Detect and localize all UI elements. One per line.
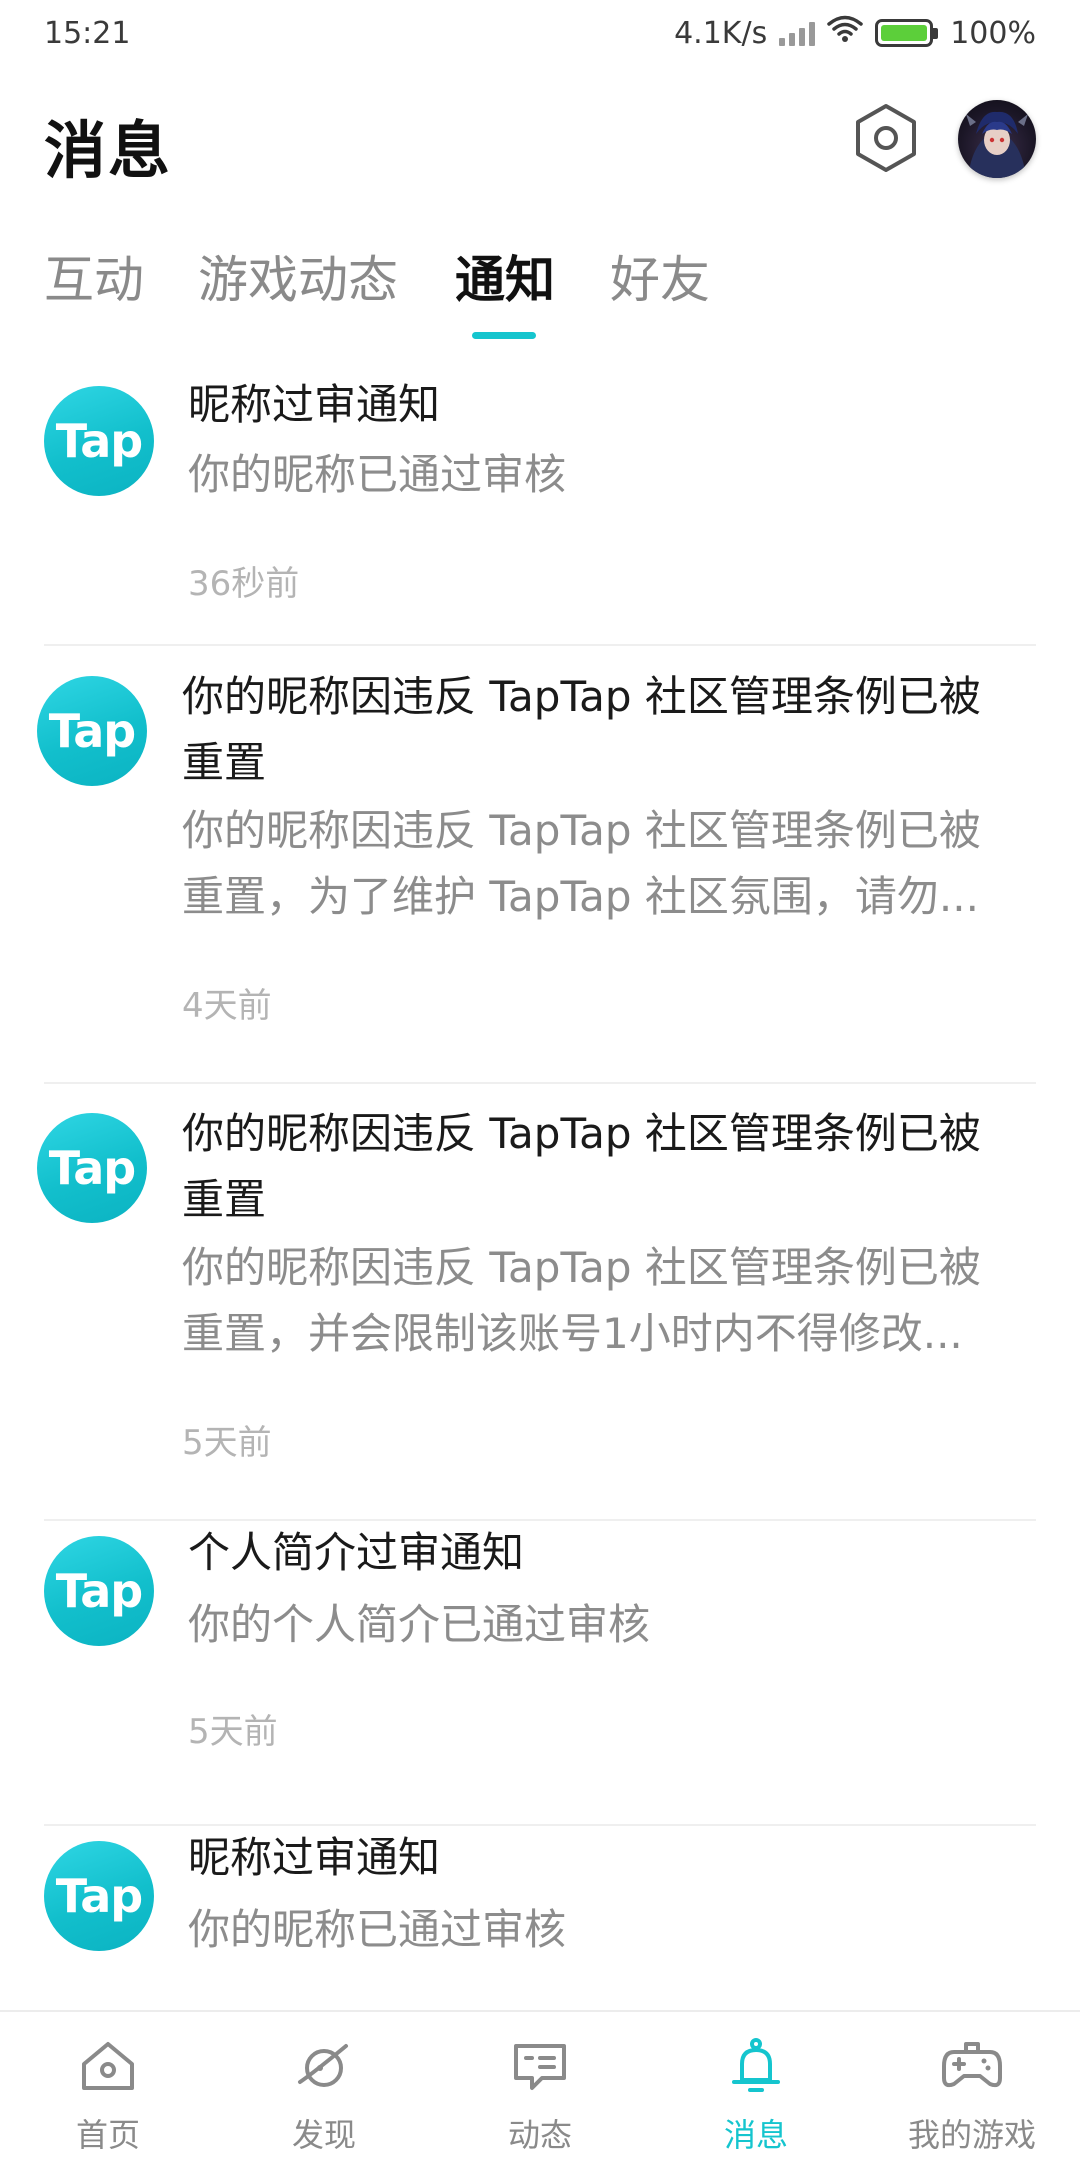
status-bar: 15:21 4.1K/s 100% <box>0 0 1080 66</box>
battery-icon <box>875 19 939 47</box>
signal-icon <box>779 20 816 46</box>
notification-title-line1: 你的昵称因违反 TapTap 社区管理条例已被 <box>182 1109 981 1158</box>
taptap-logo-icon: Tap <box>37 1113 147 1223</box>
header: 消息 <box>0 90 1080 200</box>
settings-hexagon-icon <box>853 102 919 178</box>
nav-my-games-label: 我的游戏 <box>907 2116 1036 2154</box>
page-title: 消息 <box>44 114 173 187</box>
notification-item[interactable]: Tap 昵称过审通知 你的昵称已通过审核 <box>0 1825 1080 2025</box>
notification-body: 你的个人简介已通过审核 <box>188 1600 651 1649</box>
tab-notifications[interactable]: 通知 <box>455 240 555 312</box>
tab-bar: 互动 游戏动态 通知 好友 <box>0 240 1080 350</box>
notification-time: 5天前 <box>182 1423 272 1463</box>
bottom-nav: 首页 发现 动态 消息 我的游戏 <box>0 2010 1080 2160</box>
network-speed: 4.1K/s <box>674 15 768 51</box>
avatar[interactable] <box>958 100 1036 178</box>
screen: 15:21 4.1K/s 100% 消息 互动 游戏动态 通知 好友 Tap 昵… <box>0 0 1080 2160</box>
notification-time: 36秒前 <box>188 564 300 604</box>
notification-title: 昵称过审通知 <box>188 1833 441 1882</box>
notification-title-line1: 你的昵称因违反 TapTap 社区管理条例已被 <box>182 672 981 721</box>
tab-interaction[interactable]: 互动 <box>44 240 144 312</box>
notification-title-line2: 重置 <box>182 1175 267 1224</box>
notification-body: 你的昵称已通过审核 <box>188 1905 567 1954</box>
notification-body-line1: 你的昵称因违反 TapTap 社区管理条例已被 <box>182 1243 981 1292</box>
nav-feed-label: 动态 <box>507 2116 572 2154</box>
notification-title: 个人简介过审通知 <box>188 1528 525 1577</box>
tab-game-updates[interactable]: 游戏动态 <box>198 240 398 312</box>
nav-messages-label: 消息 <box>723 2116 788 2154</box>
taptap-logo-icon: Tap <box>37 676 147 786</box>
planet-icon <box>292 2034 356 2098</box>
notification-item[interactable]: Tap 你的昵称因违反 TapTap 社区管理条例已被 重置 你的昵称因违反 T… <box>0 1083 1080 1521</box>
bell-icon <box>724 2034 788 2098</box>
notification-title-line2: 重置 <box>182 738 267 787</box>
gamepad-icon <box>940 2034 1004 2098</box>
message-square-icon <box>508 2034 572 2098</box>
taptap-logo-icon: Tap <box>44 386 154 496</box>
notification-time: 5天前 <box>188 1712 278 1752</box>
notification-body-line1: 你的昵称因违反 TapTap 社区管理条例已被 <box>182 806 981 855</box>
nav-discover[interactable]: 发现 <box>216 2012 432 2160</box>
battery-level: 100% <box>950 15 1036 51</box>
status-time: 15:21 <box>44 15 131 51</box>
notification-item[interactable]: Tap 昵称过审通知 你的昵称已通过审核 36秒前 <box>0 370 1080 646</box>
notification-time: 4天前 <box>182 986 272 1026</box>
active-tab-indicator <box>472 332 536 339</box>
nav-my-games[interactable]: 我的游戏 <box>864 2012 1080 2160</box>
nav-home-label: 首页 <box>75 2116 140 2154</box>
nav-feed[interactable]: 动态 <box>432 2012 648 2160</box>
nav-home[interactable]: 首页 <box>0 2012 216 2160</box>
nav-messages[interactable]: 消息 <box>648 2012 864 2160</box>
status-icons: 4.1K/s 100% <box>674 15 1036 51</box>
avatar-image <box>966 111 1028 178</box>
home-icon <box>76 2034 140 2098</box>
notification-body: 你的昵称已通过审核 <box>188 450 567 499</box>
notification-body-line2: 重置，并会限制该账号1小时内不得修改... <box>182 1309 963 1358</box>
wifi-icon <box>827 15 863 51</box>
notification-body-line2: 重置，为了维护 TapTap 社区氛围，请勿... <box>182 872 979 921</box>
notification-title: 昵称过审通知 <box>188 380 441 429</box>
notification-item[interactable]: Tap 你的昵称因违反 TapTap 社区管理条例已被 重置 你的昵称因违反 T… <box>0 646 1080 1084</box>
taptap-logo-icon: Tap <box>44 1841 154 1951</box>
tab-friends[interactable]: 好友 <box>610 240 710 312</box>
notification-item[interactable]: Tap 个人简介过审通知 你的个人简介已通过审核 5天前 <box>0 1520 1080 1826</box>
taptap-logo-icon: Tap <box>44 1536 154 1646</box>
settings-button[interactable] <box>848 102 924 178</box>
nav-discover-label: 发现 <box>291 2116 356 2154</box>
